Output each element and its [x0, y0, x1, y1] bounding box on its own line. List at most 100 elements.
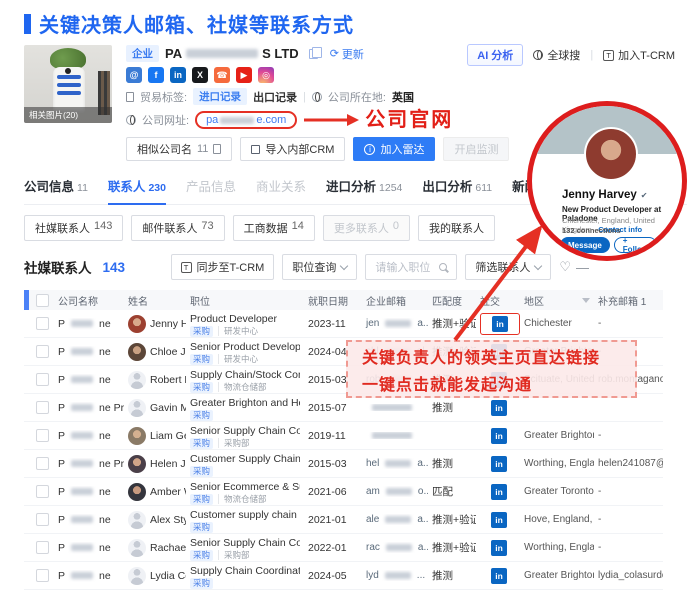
ai-analysis-button[interactable]: AI 分析 — [467, 44, 523, 66]
export-record-tag[interactable]: 出口记录 — [253, 89, 297, 105]
hire-date-cell: 2019-11 — [304, 430, 362, 442]
chevron-down-icon — [340, 261, 348, 269]
monitor-button[interactable]: 开启监测 — [443, 137, 509, 161]
import-crm-button[interactable]: 导入内部CRM — [240, 137, 345, 161]
linkedin-icon[interactable]: in — [491, 568, 507, 584]
linkedin-profile-name[interactable]: Jenny Harvey ✔ — [562, 189, 648, 201]
company-email-cell[interactable]: hela... — [362, 458, 428, 469]
linkedin-icon[interactable]: in — [491, 512, 507, 528]
contact-name-cell[interactable]: Lydia Colasurdo — [124, 567, 186, 585]
join-tcrm-button[interactable]: 加入T-CRM — [603, 47, 675, 63]
company-email-cell[interactable]: raca... — [362, 542, 428, 553]
row-checkbox[interactable] — [36, 513, 49, 526]
subtab-工商数据[interactable]: 工商数据14 — [233, 215, 315, 241]
company-email-cell[interactable] — [362, 432, 428, 439]
phone-icon[interactable]: ☎ — [214, 67, 230, 83]
row-checkbox[interactable] — [36, 541, 49, 554]
row-checkbox[interactable] — [36, 485, 49, 498]
tab-进口分析[interactable]: 进口分析1254 — [326, 176, 402, 204]
linkedin-icon[interactable]: in — [491, 428, 507, 444]
similar-companies-button[interactable]: 相似公司名11 — [126, 137, 232, 161]
linkedin-icon[interactable]: in — [491, 456, 507, 472]
row-checkbox[interactable] — [36, 569, 49, 582]
linkedin-connections[interactable]: 132 connections — [562, 226, 621, 235]
contact-name-cell[interactable]: Helen Johnstone — [124, 455, 186, 473]
global-search-button[interactable]: 全球搜 — [533, 47, 580, 63]
contacts-toolbar: 社媒联系人 143 同步至T-CRM 职位查询 请输入职位 筛选联系人 ♡ — — [24, 254, 589, 280]
company-name-redacted — [186, 49, 258, 58]
company-email-cell[interactable]: amo... — [362, 486, 428, 497]
company-website-link[interactable]: pa e.com — [195, 111, 297, 129]
youtube-icon[interactable]: ▶ — [236, 67, 252, 83]
company-email-cell[interactable]: lyd... — [362, 570, 428, 581]
subtab-社媒联系人[interactable]: 社媒联系人143 — [24, 215, 123, 241]
hire-date-cell: 2015-03 — [304, 458, 362, 470]
contact-name-cell[interactable]: Gavin Meeks — [124, 399, 186, 417]
tab-出口分析[interactable]: 出口分析611 — [422, 176, 492, 204]
job-query-select[interactable]: 职位查询 — [282, 254, 357, 280]
company-cell: Pne — [54, 346, 124, 358]
company-photo[interactable]: 相关图片(20) — [24, 45, 112, 123]
contact-name-cell[interactable]: Chloe Jones — [124, 343, 186, 361]
tab-公司信息[interactable]: 公司信息11 — [24, 176, 88, 204]
social-cell: in — [476, 398, 520, 418]
company-cell: Pne — [54, 430, 124, 442]
region-cell: Greater Toronto Area — [520, 486, 594, 497]
row-checkbox[interactable] — [36, 429, 49, 442]
filter-contacts-select[interactable]: 筛选联系人 — [465, 254, 551, 280]
tab-联系人[interactable]: 联系人230 — [108, 176, 166, 205]
x-twitter-icon[interactable]: X — [192, 67, 208, 83]
refresh-icon: ⟳ — [330, 47, 339, 60]
subtab-我的联系人[interactable]: 我的联系人 — [418, 215, 495, 241]
company-email-cell[interactable] — [362, 404, 428, 411]
company-email-cell[interactable]: jena... — [362, 318, 428, 329]
website-icon[interactable]: @ — [126, 67, 142, 83]
linkedin-icon[interactable]: in — [491, 484, 507, 500]
linkedin-icon[interactable]: in — [491, 540, 507, 556]
position-cell: Supply Chain Coordinator采购 — [186, 563, 304, 589]
hire-date-cell: 2021-01 — [304, 514, 362, 526]
subtab-邮件联系人[interactable]: 邮件联系人73 — [131, 215, 224, 241]
linkedin-message-button[interactable]: Message — [560, 237, 610, 253]
job-search-input[interactable]: 请输入职位 — [365, 254, 457, 280]
linkedin-icon[interactable]: in — [170, 67, 186, 83]
linkedin-avatar[interactable] — [584, 127, 638, 181]
tab-商业关系[interactable]: 商业关系 — [256, 176, 306, 204]
contact-name-cell[interactable]: Robert Monta... — [124, 371, 186, 389]
related-images-caption[interactable]: 相关图片(20) — [24, 107, 112, 123]
row-checkbox[interactable] — [36, 373, 49, 386]
company-email-cell[interactable]: alea... — [362, 514, 428, 525]
select-all-checkbox[interactable] — [36, 294, 49, 307]
copy-icon[interactable] — [309, 49, 318, 59]
contact-name-cell[interactable]: Jenny Harvey — [124, 315, 186, 333]
location-value: 英国 — [392, 89, 414, 105]
linkedin-icon[interactable]: in — [491, 400, 507, 416]
table-row: PneJenny HarveyProduct Developer采购研发中心20… — [24, 310, 663, 338]
contact-name-cell[interactable]: Liam Gent — [124, 427, 186, 445]
favorite-filter[interactable]: ♡ — — [559, 259, 589, 275]
refresh-button[interactable]: ⟳更新 — [330, 46, 364, 62]
row-checkbox[interactable] — [36, 401, 49, 414]
add-radar-button[interactable]: 加入雷达 — [353, 137, 435, 161]
avatar-placeholder-icon — [128, 399, 146, 417]
sync-tcrm-button[interactable]: 同步至T-CRM — [171, 254, 275, 280]
column-header-公司名称: 公司名称 — [54, 293, 124, 308]
contact-name-cell[interactable]: Rachael Kelly — [124, 539, 186, 557]
instagram-icon[interactable]: ◎ — [258, 67, 274, 83]
linkedin-follow-button[interactable]: + Follow — [614, 237, 657, 253]
filter-icon[interactable] — [582, 298, 590, 307]
contact-name-cell[interactable]: Alex Styles — [124, 511, 186, 529]
row-checkbox[interactable] — [36, 317, 49, 330]
table-row: PneAmber WhittySenior Ecommerce & Supply… — [24, 478, 663, 506]
linkedin-icon[interactable]: in — [492, 316, 508, 332]
contact-name-cell[interactable]: Amber Whitty — [124, 483, 186, 501]
website-icon-small — [126, 115, 136, 125]
facebook-icon[interactable]: f — [148, 67, 164, 83]
subtab-更多联系人[interactable]: 更多联系人0 — [323, 215, 410, 241]
column-header-补充邮箱 1: 补充邮箱 1 — [594, 293, 663, 308]
row-checkbox[interactable] — [36, 457, 49, 470]
tab-产品信息[interactable]: 产品信息 — [186, 176, 236, 204]
import-record-tag[interactable]: 进口记录 — [193, 88, 247, 105]
row-checkbox[interactable] — [36, 345, 49, 358]
website-annotation: 公司官网 — [365, 110, 453, 130]
